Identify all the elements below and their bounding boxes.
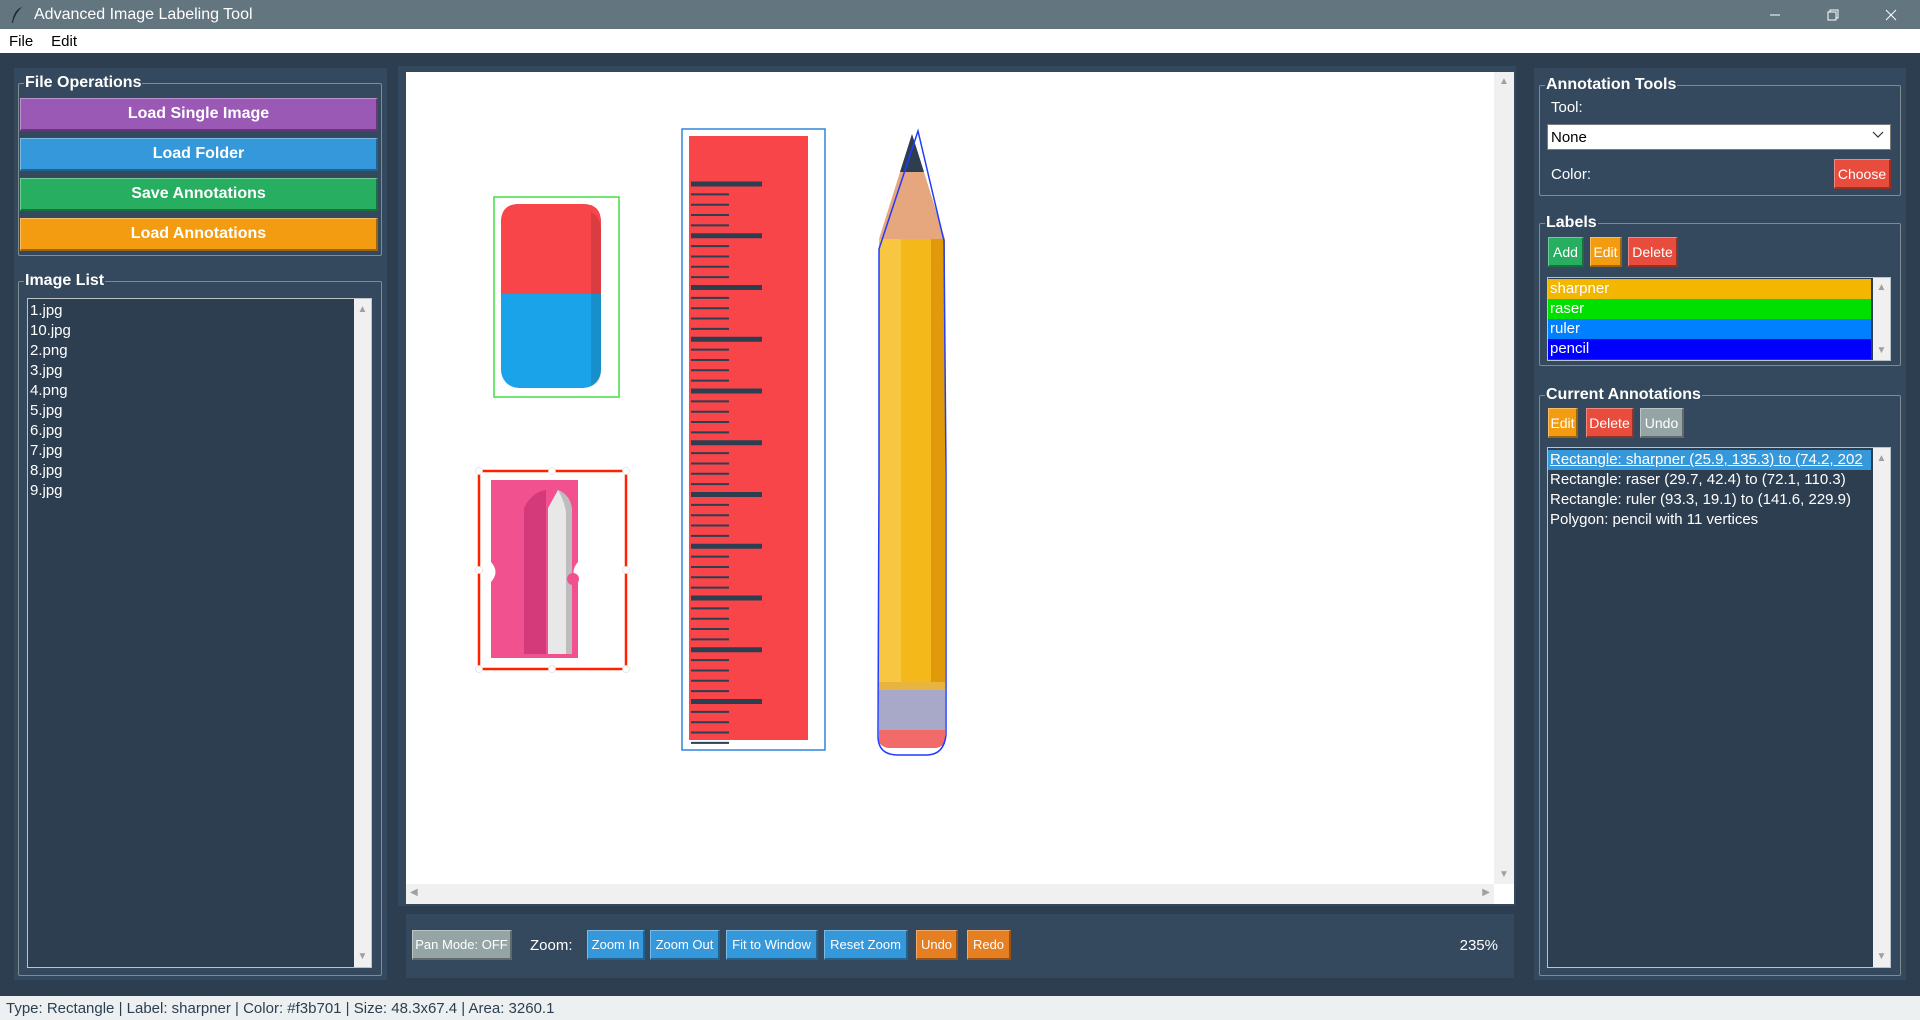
minimize-icon bbox=[1770, 14, 1780, 15]
edit-annotation-button[interactable]: Edit bbox=[1548, 408, 1578, 438]
annotation-item[interactable]: Rectangle: raser (29.7, 42.4) to (72.1, … bbox=[1548, 470, 1871, 490]
label-item-ruler[interactable]: ruler bbox=[1548, 319, 1871, 339]
labels-list[interactable]: sharpner raser ruler pencil ▲ ▼ bbox=[1547, 277, 1891, 361]
load-single-image-button[interactable]: Load Single Image bbox=[20, 98, 378, 131]
labels-scrollbar[interactable]: ▲ ▼ bbox=[1873, 278, 1890, 360]
tool-select-value: None bbox=[1551, 128, 1587, 146]
load-annotations-button[interactable]: Load Annotations bbox=[20, 218, 378, 251]
menu-file[interactable]: File bbox=[0, 33, 42, 50]
restore-button[interactable] bbox=[1804, 0, 1862, 29]
list-item[interactable]: 2.png bbox=[28, 341, 371, 361]
undo-button[interactable]: Undo bbox=[916, 930, 958, 960]
zoom-out-button[interactable]: Zoom Out bbox=[650, 930, 720, 960]
color-label: Color: bbox=[1551, 166, 1592, 183]
file-operations-legend: File Operations bbox=[25, 74, 142, 91]
canvas-image[interactable] bbox=[406, 72, 1494, 884]
label-item-sharpner[interactable]: sharpner bbox=[1548, 279, 1871, 299]
sharpener-object bbox=[491, 480, 579, 658]
menu-edit[interactable]: Edit bbox=[42, 33, 86, 50]
list-item[interactable]: 10.jpg bbox=[28, 321, 371, 341]
undo-annotation-button[interactable]: Undo bbox=[1640, 408, 1684, 438]
list-item[interactable]: 5.jpg bbox=[28, 401, 371, 421]
zoom-label: Zoom: bbox=[530, 937, 573, 954]
delete-annotation-button[interactable]: Delete bbox=[1586, 408, 1634, 438]
close-icon bbox=[1885, 9, 1897, 20]
image-list-scrollbar[interactable]: ▲ ▼ bbox=[354, 299, 371, 967]
tool-label: Tool: bbox=[1551, 99, 1583, 116]
image-list[interactable]: 1.jpg 10.jpg 2.png 3.jpg 4.png 5.jpg 6.j… bbox=[27, 298, 372, 968]
pan-mode-button[interactable]: Pan Mode: OFF bbox=[412, 930, 512, 960]
title-bar: Advanced Image Labeling Tool bbox=[0, 0, 1920, 29]
feather-icon bbox=[6, 4, 28, 26]
canvas-horizontal-scrollbar[interactable]: ◀ ▶ bbox=[406, 884, 1494, 904]
annotation-tools-legend: Annotation Tools bbox=[1546, 76, 1677, 93]
delete-label-button[interactable]: Delete bbox=[1628, 237, 1678, 267]
status-bar: Type: Rectangle | Label: sharpner | Colo… bbox=[0, 996, 1920, 1020]
ruler-object bbox=[689, 136, 808, 744]
eraser-object bbox=[501, 204, 601, 388]
annotation-item[interactable]: Rectangle: ruler (93.3, 19.1) to (141.6,… bbox=[1548, 490, 1871, 510]
save-annotations-button[interactable]: Save Annotations bbox=[20, 178, 378, 211]
zoom-in-button[interactable]: Zoom In bbox=[587, 930, 645, 960]
pencil-object bbox=[879, 134, 945, 748]
list-item[interactable]: 7.jpg bbox=[28, 441, 371, 461]
annotations-scrollbar[interactable]: ▲ ▼ bbox=[1873, 448, 1890, 967]
status-text: Type: Rectangle | Label: sharpner | Colo… bbox=[6, 999, 555, 1017]
annotations-list[interactable]: Rectangle: sharpner (25.9, 135.3) to (74… bbox=[1547, 447, 1891, 968]
current-annotations-legend: Current Annotations bbox=[1546, 386, 1701, 403]
image-canvas[interactable] bbox=[406, 72, 1514, 904]
scroll-down-icon[interactable]: ▼ bbox=[1873, 948, 1890, 965]
list-item[interactable]: 8.jpg bbox=[28, 461, 371, 481]
minimize-button[interactable] bbox=[1746, 0, 1804, 29]
annotation-item[interactable]: Rectangle: sharpner (25.9, 135.3) to (74… bbox=[1548, 450, 1871, 470]
tool-select[interactable]: None bbox=[1547, 124, 1891, 150]
label-item-pencil[interactable]: pencil bbox=[1548, 339, 1871, 359]
list-item[interactable]: 4.png bbox=[28, 381, 371, 401]
close-button[interactable] bbox=[1862, 0, 1920, 29]
reset-zoom-button[interactable]: Reset Zoom bbox=[824, 930, 908, 960]
choose-color-button[interactable]: Choose bbox=[1834, 159, 1891, 189]
image-list-legend: Image List bbox=[25, 272, 105, 289]
scroll-down-icon[interactable]: ▼ bbox=[1873, 342, 1890, 359]
add-label-button[interactable]: Add bbox=[1548, 237, 1584, 267]
window-title: Advanced Image Labeling Tool bbox=[34, 5, 253, 23]
list-item[interactable]: 9.jpg bbox=[28, 481, 371, 501]
edit-label-button[interactable]: Edit bbox=[1590, 237, 1622, 267]
scroll-down-icon[interactable]: ▼ bbox=[354, 948, 371, 965]
redo-button[interactable]: Redo bbox=[967, 930, 1011, 960]
zoom-level: 235% bbox=[1459, 937, 1498, 954]
label-item-raser[interactable]: raser bbox=[1548, 299, 1871, 319]
fit-to-window-button[interactable]: Fit to Window bbox=[726, 930, 818, 960]
list-item[interactable]: 3.jpg bbox=[28, 361, 371, 381]
load-folder-button[interactable]: Load Folder bbox=[20, 138, 378, 171]
scroll-right-icon[interactable]: ▶ bbox=[1482, 887, 1490, 898]
scroll-up-icon[interactable]: ▲ bbox=[1494, 76, 1514, 87]
list-item[interactable]: 1.jpg bbox=[28, 301, 371, 321]
menu-bar: File Edit bbox=[0, 29, 1920, 53]
restore-icon bbox=[1827, 9, 1839, 20]
canvas-vertical-scrollbar[interactable]: ▲ ▼ bbox=[1494, 72, 1514, 884]
chevron-down-icon bbox=[1872, 128, 1884, 146]
scroll-up-icon[interactable]: ▲ bbox=[1873, 450, 1890, 467]
list-item[interactable]: 6.jpg bbox=[28, 421, 371, 441]
scroll-up-icon[interactable]: ▲ bbox=[1873, 279, 1890, 296]
scroll-down-icon[interactable]: ▼ bbox=[1494, 869, 1514, 880]
scroll-up-icon[interactable]: ▲ bbox=[354, 301, 371, 318]
annotation-item[interactable]: Polygon: pencil with 11 vertices bbox=[1548, 510, 1871, 530]
labels-legend: Labels bbox=[1546, 214, 1597, 231]
scroll-left-icon[interactable]: ◀ bbox=[410, 887, 418, 898]
